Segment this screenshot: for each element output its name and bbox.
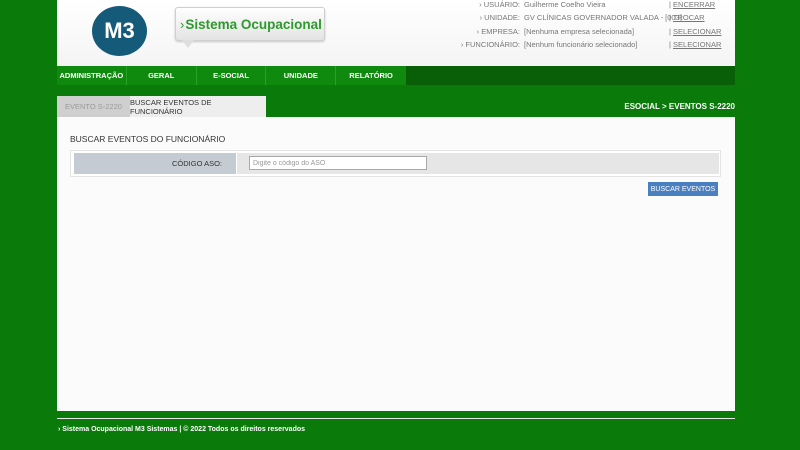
nav-administracao[interactable]: ADMINISTRAÇÃO [57, 66, 127, 85]
unidade-label: › UNIDADE: [479, 13, 520, 22]
nav-relatorio[interactable]: RELATÓRIO [336, 66, 406, 85]
nav-geral[interactable]: GERAL [127, 66, 197, 85]
funcionario-label: › FUNCIONÁRIO: [460, 40, 520, 49]
search-events-button[interactable]: BUSCAR EVENTOS [648, 182, 718, 196]
user-info-row-unidade: › UNIDADE: GV CLÍNICAS GOVERNADOR VALADA… [0, 13, 800, 25]
trocar-link[interactable]: | TROCAR [669, 13, 705, 22]
encerrar-link[interactable]: | ENCERRAR [669, 0, 715, 9]
selecionar-empresa-link[interactable]: | SELECIONAR [669, 27, 721, 36]
search-form: CÓDIGO ASO: [70, 150, 721, 177]
usuario-label: › USUÁRIO: [479, 0, 520, 9]
aso-field-cell [237, 153, 719, 174]
nav-e-social[interactable]: E-SOCIAL [197, 66, 267, 85]
selecionar-funcionario-link[interactable]: | SELECIONAR [669, 40, 721, 49]
nav-filler [406, 66, 735, 85]
user-info-row-funcionario: › FUNCIONÁRIO: [Nenhum funcionário selec… [0, 40, 800, 52]
user-info-rows: › USUÁRIO: Guilherme Coelho Vieira | ENC… [0, 0, 800, 60]
tab-evento-s2220[interactable]: EVENTO S-2220 [57, 96, 130, 117]
footer-divider [57, 418, 735, 419]
empresa-value: [Nenhuma empresa selecionada] [524, 27, 635, 36]
breadcrumb: ESOCIAL > EVENTOS S-2220 [624, 102, 735, 111]
tab-buscar-eventos[interactable]: BUSCAR EVENTOS DE FUNCIONÁRIO [130, 96, 266, 117]
user-info-row-empresa: › EMPRESA: [Nenhuma empresa selecionada]… [0, 27, 800, 39]
tab-bar: EVENTO S-2220 BUSCAR EVENTOS DE FUNCIONÁ… [57, 96, 735, 117]
section-title: BUSCAR EVENTOS DO FUNCIONÁRIO [70, 134, 226, 144]
funcionario-value: [Nenhum funcionário selecionado] [524, 40, 638, 49]
user-info-row-usuario: › USUÁRIO: Guilherme Coelho Vieira | ENC… [0, 0, 800, 12]
footer-text: › Sistema Ocupacional M3 Sistemas | © 20… [58, 426, 306, 433]
unidade-value: GV CLÍNICAS GOVERNADOR VALADA - [003] [524, 13, 682, 22]
nav-unidade[interactable]: UNIDADE [266, 66, 337, 85]
main-content: BUSCAR EVENTOS DO FUNCIONÁRIO CÓDIGO ASO… [57, 117, 735, 411]
usuario-value: Guilherme Coelho Vieira [524, 0, 606, 9]
empresa-label: › EMPRESA: [476, 27, 520, 36]
aso-code-input[interactable] [249, 156, 427, 170]
aso-label: CÓDIGO ASO: [74, 153, 236, 174]
main-nav: ADMINISTRAÇÃO GERAL E-SOCIAL UNIDADE REL… [57, 66, 406, 85]
